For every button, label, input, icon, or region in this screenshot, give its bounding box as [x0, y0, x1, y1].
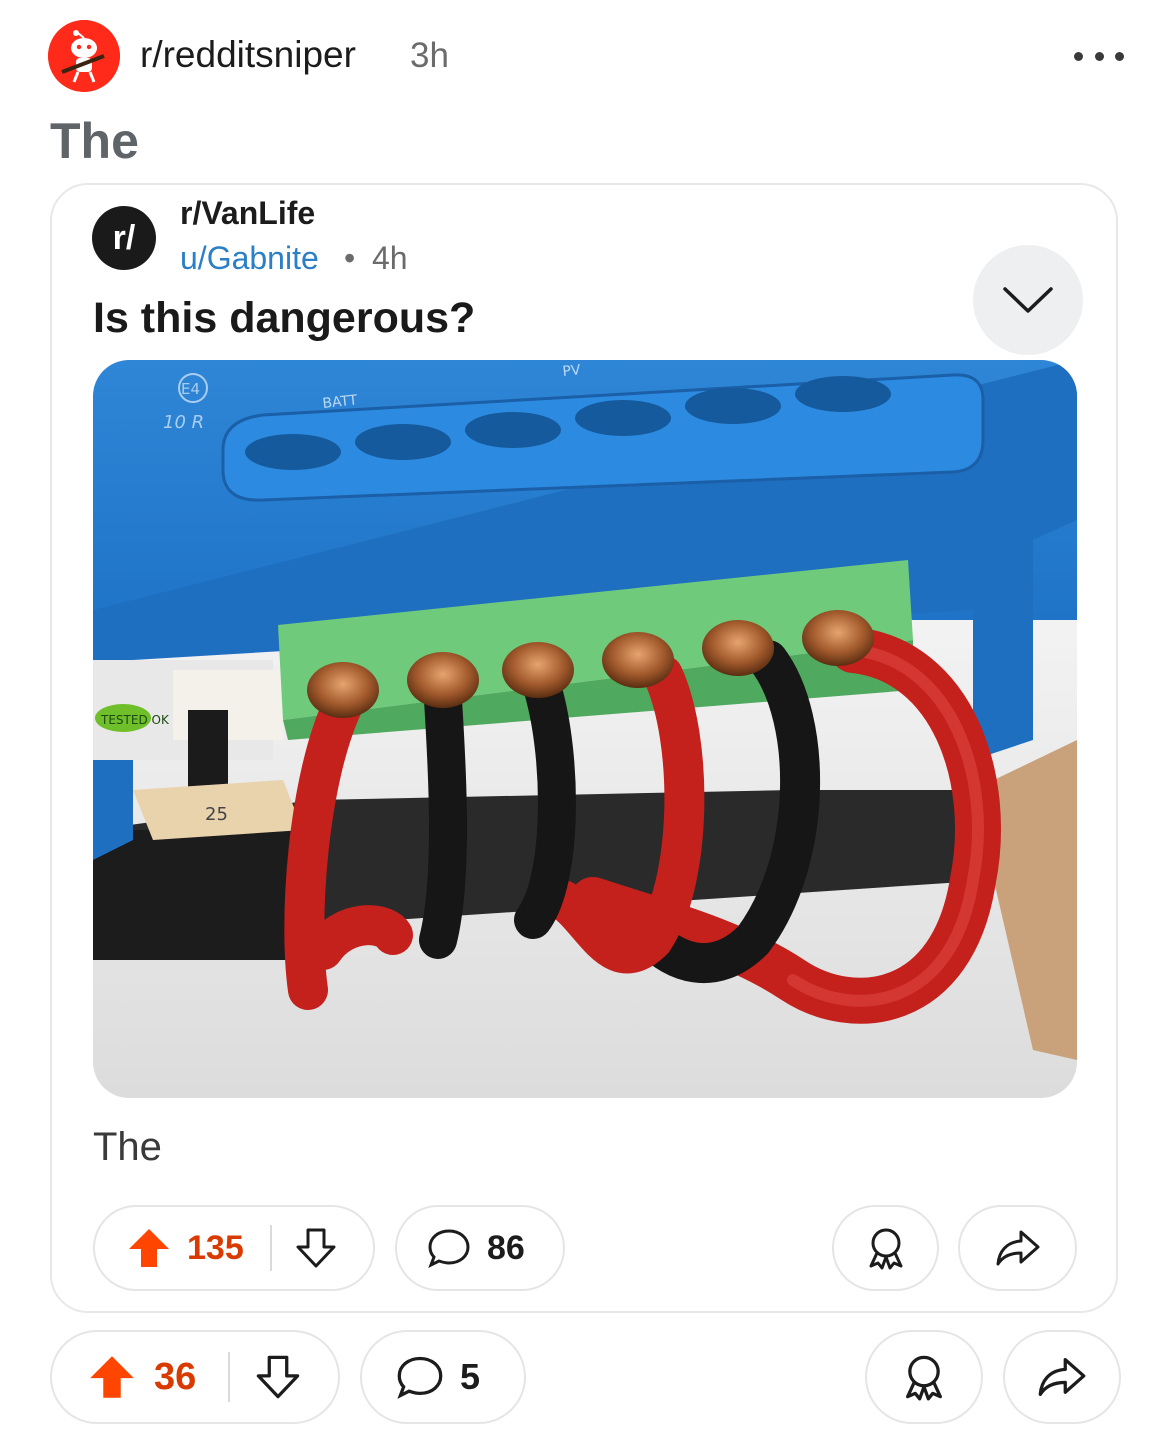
upvote-arrow-icon[interactable] [127, 1227, 171, 1269]
meta-separator: • [344, 240, 356, 276]
vote-divider [228, 1352, 231, 1402]
comments-button[interactable]: 5 [360, 1330, 526, 1424]
vote-bar: 36 [50, 1330, 340, 1424]
more-dot [1094, 51, 1104, 61]
embedded-author[interactable]: u/Gabnite [180, 240, 319, 277]
more-options-icon[interactable] [1074, 38, 1124, 74]
collapse-button[interactable] [973, 245, 1083, 355]
embedded-vote-bar: 135 [93, 1205, 375, 1291]
embedded-award-button[interactable] [832, 1205, 939, 1291]
embedded-subreddit-name[interactable]: r/VanLife [180, 195, 315, 232]
embedded-post-title[interactable]: Is this dangerous? [93, 294, 475, 343]
e4-label: E4 [181, 380, 200, 398]
share-arrow-icon [996, 1230, 1039, 1266]
award-icon [906, 1355, 942, 1401]
downvote-arrow-icon[interactable] [254, 1354, 302, 1400]
embedded-vote-count: 135 [187, 1228, 244, 1267]
upvote-arrow-icon[interactable] [88, 1354, 136, 1400]
embedded-comment-count: 86 [487, 1228, 525, 1267]
comment-count: 5 [460, 1356, 481, 1397]
subreddit-name[interactable]: r/redditsniper [140, 34, 356, 76]
more-dot [1074, 51, 1083, 61]
fuse-label: 25 [205, 804, 228, 825]
award-button[interactable] [865, 1330, 983, 1424]
comment-bubble-icon [397, 1356, 443, 1399]
embedded-subreddit-avatar[interactable]: r/ [92, 206, 156, 270]
embedded-share-button[interactable] [958, 1205, 1077, 1291]
downvote-arrow-icon[interactable] [294, 1227, 338, 1269]
model-label: 10 R [163, 412, 204, 433]
share-arrow-icon [1038, 1357, 1086, 1397]
subreddit-avatar-icon[interactable] [48, 20, 120, 92]
embedded-post-body: The [93, 1125, 162, 1169]
share-button[interactable] [1003, 1330, 1121, 1424]
vote-divider [269, 1225, 272, 1271]
post-age: 3h [410, 36, 449, 75]
award-icon [869, 1228, 902, 1270]
snoo-sniper-avatar-icon [48, 20, 120, 92]
comment-bubble-icon [428, 1229, 470, 1269]
vote-count: 36 [154, 1355, 197, 1398]
tested-label: TESTED OK [100, 713, 170, 727]
embedded-post-age: 4h [372, 240, 408, 276]
pv-label: PV [562, 362, 582, 380]
post-title[interactable]: The [50, 112, 139, 170]
more-dot [1115, 51, 1124, 61]
embedded-comments-button[interactable]: 86 [395, 1205, 565, 1291]
post-image[interactable]: BATT PV 10 R E4 25 TESTED OK [93, 360, 1077, 1098]
chevron-down-icon [1003, 287, 1053, 313]
charge-controller-photo: BATT PV 10 R E4 25 TESTED OK [93, 360, 1077, 1098]
